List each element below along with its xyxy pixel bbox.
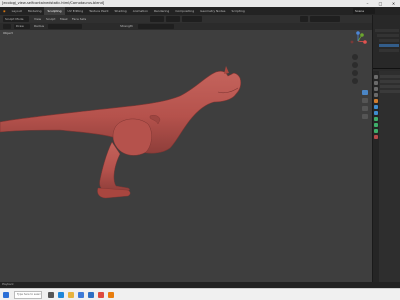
mail-icon[interactable] [88, 292, 94, 298]
brush-icon[interactable] [3, 24, 11, 29]
material-props-icon[interactable] [374, 135, 378, 139]
face-sets-menu[interactable]: Face Sets [70, 16, 88, 22]
properties-tabs [373, 71, 379, 282]
props-field[interactable] [380, 85, 400, 88]
tab-compositing[interactable]: Compositing [172, 7, 197, 15]
props-field[interactable] [380, 80, 400, 83]
tab-texture-paint[interactable]: Texture Paint [86, 7, 111, 15]
properties-panel[interactable] [373, 71, 400, 282]
tool-props-icon[interactable] [374, 75, 378, 79]
outliner-row[interactable] [379, 49, 399, 52]
chrome-icon[interactable] [98, 292, 104, 298]
tab-shading[interactable]: Shading [112, 7, 130, 15]
xray-toggle[interactable] [300, 16, 308, 22]
tab-animation[interactable]: Animation [130, 7, 151, 15]
edge-icon[interactable] [58, 292, 64, 298]
file-explorer-icon[interactable] [68, 292, 74, 298]
dino-horn [224, 66, 229, 74]
props-field[interactable] [380, 75, 400, 78]
tab-layout[interactable]: Layout [9, 7, 25, 15]
view-layer-props-icon[interactable] [374, 93, 378, 97]
tab-sculpting[interactable]: Sculpting [44, 7, 65, 15]
physics-props-icon[interactable] [374, 117, 378, 121]
playback-label[interactable]: Playback [2, 283, 14, 286]
output-props-icon[interactable] [374, 87, 378, 91]
blender-icon[interactable] [108, 292, 114, 298]
viewport-header: Sculpt Mode View Sculpt Mask Face Sets [0, 15, 372, 23]
carnotaurus-model[interactable] [0, 30, 372, 282]
minimize-button[interactable]: – [361, 0, 374, 7]
strength-label: Strength [120, 24, 133, 28]
radius-label: Radius [34, 24, 45, 28]
right-panels [372, 15, 400, 282]
task-view-icon[interactable] [48, 292, 54, 298]
shading-wire-button[interactable] [150, 16, 164, 22]
outliner-row[interactable] [377, 34, 399, 37]
particles-props-icon[interactable] [374, 111, 378, 115]
sculpt-menu[interactable]: Sculpt [44, 16, 57, 22]
tab-uv-editing[interactable]: UV Editing [65, 7, 87, 15]
tab-geometry-nodes[interactable]: Geometry Nodes [197, 7, 228, 15]
strength-slider[interactable] [138, 24, 174, 29]
outliner-rows [375, 29, 399, 52]
data-props-icon[interactable] [374, 129, 378, 133]
tab-modeling[interactable]: Modeling [25, 7, 45, 15]
3d-viewport[interactable]: Object [0, 30, 372, 282]
blender-menu-icon[interactable]: ◉ [0, 7, 9, 15]
props-field[interactable] [380, 90, 400, 93]
close-button[interactable]: ✕ [387, 0, 400, 7]
view-menu[interactable]: View [32, 16, 43, 22]
os-taskbar: Type here to search [0, 288, 400, 300]
maximize-button[interactable]: □ [374, 0, 387, 7]
outliner-row[interactable] [375, 29, 399, 32]
overlay-button[interactable] [166, 16, 180, 22]
mask-menu[interactable]: Mask [58, 16, 70, 22]
tool-settings-bar: Draw Radius Strength [0, 23, 372, 30]
brush-selector[interactable]: Draw [14, 24, 30, 29]
tab-rendering[interactable]: Rendering [151, 7, 172, 15]
outliner-panel[interactable] [373, 15, 400, 69]
dino-thigh [112, 118, 152, 156]
outliner-row[interactable] [379, 39, 399, 42]
windows-start-icon[interactable] [3, 292, 9, 298]
modifier-props-icon[interactable] [374, 105, 378, 109]
app-root: [ecologj_view-selfcontainedstatic.html/C… [0, 0, 400, 300]
viewport-shading-button[interactable] [182, 16, 202, 22]
tab-scripting[interactable]: Scripting [228, 7, 247, 15]
outliner-row-selected[interactable] [379, 44, 399, 47]
object-props-icon[interactable] [374, 99, 378, 103]
constraints-props-icon[interactable] [374, 123, 378, 127]
taskbar-search[interactable]: Type here to search [14, 291, 42, 299]
mode-dropdown[interactable]: Sculpt Mode [3, 16, 29, 22]
display-shading-group[interactable] [310, 16, 340, 22]
properties-content [380, 75, 400, 93]
window-title-bar: [ecologj_view-selfcontainedstatic.html/C… [0, 0, 400, 7]
workspace-tabs: ◉ Layout Modeling Sculpting UV Editing T… [0, 7, 400, 15]
render-props-icon[interactable] [374, 81, 378, 85]
scene-selector[interactable]: Scene [353, 8, 375, 14]
radius-slider[interactable] [48, 24, 82, 29]
window-title: [ecologj_view-selfcontainedstatic.html/C… [2, 1, 105, 5]
store-icon[interactable] [78, 292, 84, 298]
